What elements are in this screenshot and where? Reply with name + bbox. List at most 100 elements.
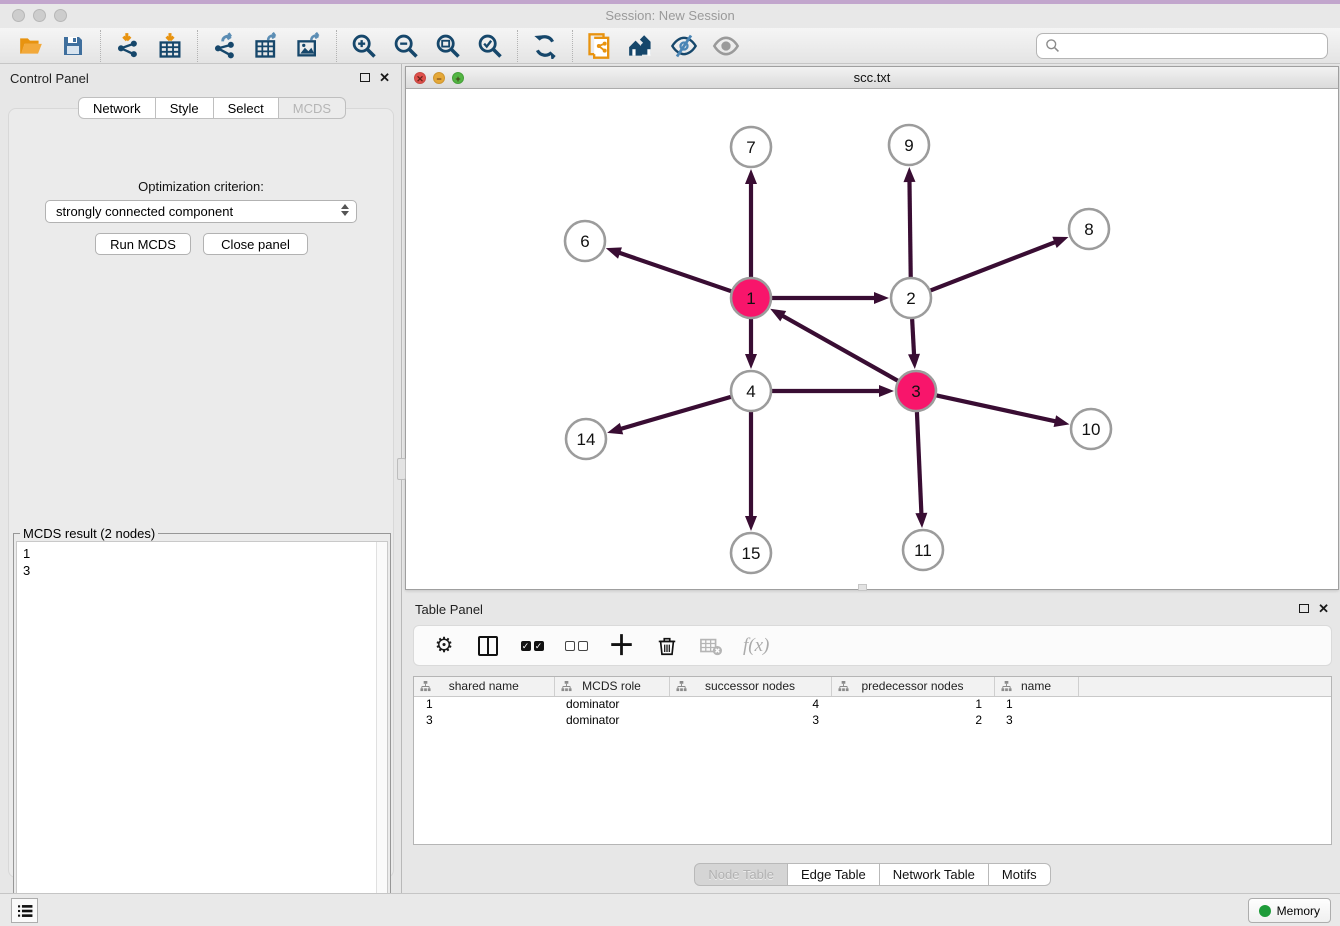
- tab-select[interactable]: Select: [214, 97, 279, 119]
- tab-edge-table[interactable]: Edge Table: [788, 863, 880, 886]
- splitter-grip[interactable]: [397, 458, 406, 480]
- edge-arrow-4-15: [745, 516, 757, 531]
- refresh-view-icon[interactable]: [524, 30, 566, 62]
- cell-name[interactable]: 3: [994, 712, 1078, 728]
- status-bar: Memory: [0, 893, 1340, 926]
- export-network-icon[interactable]: [204, 30, 246, 62]
- cell-MCDS-role[interactable]: dominator: [554, 696, 669, 712]
- cell-filler: [1078, 712, 1331, 728]
- edge-3-10[interactable]: [937, 395, 1058, 421]
- zoom-in-icon[interactable]: [343, 30, 385, 62]
- cell-MCDS-role[interactable]: dominator: [554, 712, 669, 728]
- mcds-result-list[interactable]: 13: [16, 541, 388, 908]
- memory-button[interactable]: Memory: [1248, 898, 1331, 923]
- node-label-2: 2: [906, 289, 915, 308]
- tab-network-table[interactable]: Network Table: [880, 863, 989, 886]
- delete-column-icon[interactable]: [655, 633, 679, 659]
- column-header-shared-name[interactable]: shared name: [414, 677, 554, 696]
- cell-name[interactable]: 1: [994, 696, 1078, 712]
- float-panel-icon[interactable]: [360, 73, 370, 82]
- edge-3-1[interactable]: [781, 315, 898, 381]
- delete-table-icon[interactable]: [699, 633, 723, 659]
- cell-successor-nodes[interactable]: 4: [669, 696, 831, 712]
- import-table-icon[interactable]: [149, 30, 191, 62]
- node-label-9: 9: [904, 136, 913, 155]
- task-history-button[interactable]: [11, 898, 38, 923]
- list-icon: [17, 904, 33, 918]
- close-panel-button[interactable]: Close panel: [203, 233, 308, 255]
- add-column-icon[interactable]: ＋: [608, 633, 635, 659]
- edge-4-14[interactable]: [619, 397, 731, 430]
- splitter-grip-horizontal[interactable]: [858, 584, 867, 591]
- control-panel-tabs: NetworkStyleSelectMCDS: [78, 97, 346, 119]
- column-header-MCDS-role[interactable]: MCDS role: [554, 677, 669, 696]
- cell-shared-name[interactable]: 1: [414, 696, 554, 712]
- network-graph[interactable]: 7968124314101511: [406, 89, 1338, 589]
- table-row[interactable]: 1dominator411: [414, 696, 1331, 712]
- toolbar-separator: [100, 30, 101, 62]
- tab-style[interactable]: Style: [156, 97, 214, 119]
- deselect-all-columns-icon[interactable]: [564, 633, 588, 659]
- export-table-icon[interactable]: [246, 30, 288, 62]
- close-panel-icon[interactable]: ✕: [379, 70, 390, 86]
- tab-mcds[interactable]: MCDS: [279, 97, 346, 119]
- run-mcds-button[interactable]: Run MCDS: [95, 233, 191, 255]
- tab-network[interactable]: Network: [78, 97, 156, 119]
- edge-2-8[interactable]: [931, 241, 1058, 290]
- toolbar-separator: [197, 30, 198, 62]
- network-window-titlebar[interactable]: ✕ − + scc.txt: [406, 67, 1338, 89]
- cell-predecessor-nodes[interactable]: 1: [831, 696, 994, 712]
- show-all-icon[interactable]: [705, 30, 747, 62]
- node-label-6: 6: [580, 232, 589, 251]
- edge-1-6[interactable]: [617, 252, 731, 291]
- close-table-panel-icon[interactable]: ✕: [1318, 601, 1329, 617]
- save-session-icon[interactable]: [52, 30, 94, 62]
- zoom-out-icon[interactable]: [385, 30, 427, 62]
- export-image-icon[interactable]: [288, 30, 330, 62]
- table-row[interactable]: 3dominator323: [414, 712, 1331, 728]
- edge-2-3[interactable]: [912, 319, 914, 357]
- select-all-columns-icon[interactable]: ✓✓: [520, 633, 544, 659]
- toolbar-separator: [572, 30, 573, 62]
- criterion-dropdown[interactable]: strongly connected component: [45, 200, 357, 223]
- result-scrollbar[interactable]: [376, 542, 387, 907]
- tab-motifs[interactable]: Motifs: [989, 863, 1051, 886]
- search-input[interactable]: [1066, 38, 1319, 53]
- edge-arrow-1-7: [745, 169, 757, 184]
- first-neighbors-icon[interactable]: [621, 30, 663, 62]
- dropdown-stepper-icon: [341, 204, 349, 216]
- clone-network-icon[interactable]: [579, 30, 621, 62]
- edge-3-11[interactable]: [917, 412, 922, 516]
- zoom-selected-icon[interactable]: [469, 30, 511, 62]
- cell-predecessor-nodes[interactable]: 2: [831, 712, 994, 728]
- cell-shared-name[interactable]: 3: [414, 712, 554, 728]
- criterion-value: strongly connected component: [56, 204, 233, 219]
- network-view-window: ✕ − + scc.txt 7968124314101511: [405, 66, 1339, 590]
- table-settings-icon[interactable]: ⚙: [432, 633, 456, 659]
- session-title: Session: New Session: [0, 8, 1340, 23]
- result-line: 1: [17, 542, 387, 562]
- open-session-icon[interactable]: [10, 30, 52, 62]
- node-label-7: 7: [746, 138, 755, 157]
- show-columns-icon[interactable]: [476, 633, 500, 659]
- column-header-successor-nodes[interactable]: successor nodes: [669, 677, 831, 696]
- network-canvas[interactable]: 7968124314101511: [406, 89, 1338, 589]
- column-header-predecessor-nodes[interactable]: predecessor nodes: [831, 677, 994, 696]
- cell-successor-nodes[interactable]: 3: [669, 712, 831, 728]
- column-header-name[interactable]: name: [994, 677, 1078, 696]
- column-header-filler: [1078, 677, 1331, 696]
- tab-node-table[interactable]: Node Table: [694, 863, 788, 886]
- hide-selected-icon[interactable]: [663, 30, 705, 62]
- app-titlebar: Session: New Session: [0, 4, 1340, 28]
- node-table[interactable]: shared nameMCDS rolesuccessor nodesprede…: [413, 676, 1332, 845]
- edge-2-9[interactable]: [909, 179, 910, 277]
- search-field[interactable]: [1036, 33, 1328, 59]
- table-panel-title: Table Panel: [415, 602, 483, 617]
- function-builder-icon[interactable]: f(x): [743, 633, 769, 659]
- float-table-panel-icon[interactable]: [1299, 604, 1309, 613]
- memory-status-icon: [1259, 905, 1271, 917]
- node-label-3: 3: [911, 382, 920, 401]
- zoom-fit-icon[interactable]: [427, 30, 469, 62]
- table-tabs: Node TableEdge TableNetwork TableMotifs: [405, 863, 1340, 886]
- import-network-icon[interactable]: [107, 30, 149, 62]
